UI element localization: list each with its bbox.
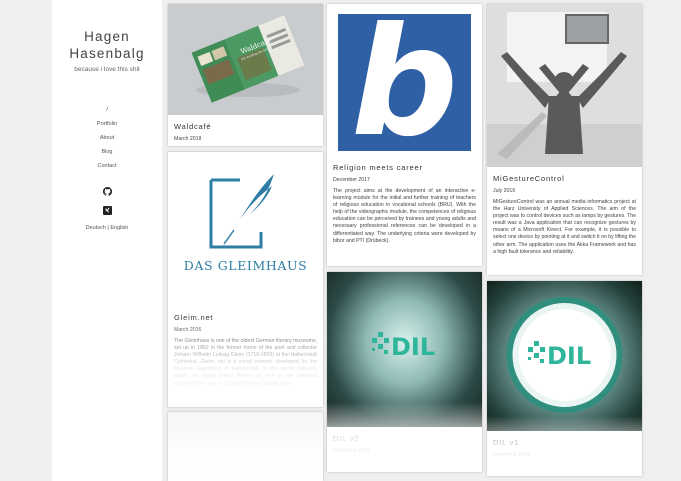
fade-overlay: [168, 412, 323, 481]
card-image: DAS GLEIMHAUS: [168, 152, 323, 306]
portfolio-card-waldcafe[interactable]: Waldcafé Ein Ausflug ins Grüne Waldcafé …: [168, 4, 323, 146]
gleimhaus-logo: DAS GLEIMHAUS: [184, 174, 308, 273]
language-switch: Deutsch | English: [52, 225, 162, 231]
xing-icon[interactable]: [102, 206, 112, 215]
card-image: b: [327, 4, 482, 170]
portfolio-card-gleim-net[interactable]: DAS GLEIMHAUS Gleim.net March 2016 The G…: [168, 152, 323, 407]
dil-logo: DIL: [372, 332, 435, 361]
portfolio-card-migesturecontrol[interactable]: MiGestureControl July 2016 MiGestureCont…: [487, 4, 642, 275]
brochure-image: Waldcafé Ein Ausflug ins Grüne: [191, 15, 305, 103]
dil-logo-text: DIL: [391, 333, 435, 361]
card-date: March 2018: [174, 136, 202, 142]
card-image: DIL: [327, 272, 482, 427]
portfolio-card-dil-v1[interactable]: DIL DIL v1 November 2014: [487, 281, 642, 476]
card-description: MiGestureControl was an annual media inf…: [493, 199, 636, 255]
b-logo: b: [338, 4, 471, 170]
nav-about[interactable]: About: [52, 131, 162, 145]
site-title[interactable]: Hagen Hasenbalg: [52, 28, 162, 62]
nav-home[interactable]: /: [52, 103, 162, 117]
card-date: November 2014: [493, 452, 530, 458]
social-links: [52, 187, 162, 215]
card-description: The Gleimhaus is one of the oldest Germa…: [174, 338, 317, 387]
lang-en[interactable]: English: [110, 225, 128, 231]
gesture-photo: [487, 4, 642, 167]
card-title: MiGestureControl: [493, 174, 565, 183]
card-image: Waldcafé Ein Ausflug ins Grüne: [168, 4, 323, 115]
nav-portfolio[interactable]: Portfolio: [52, 117, 162, 131]
main-nav: / Portfolio About Blog Contact: [52, 103, 162, 173]
site-tagline: because i love this shit: [74, 66, 140, 73]
gleimhaus-logo-text: DAS GLEIMHAUS: [184, 258, 308, 273]
sidebar: Hagen Hasenbalg because i love this shit…: [52, 0, 162, 481]
lang-de[interactable]: Deutsch: [86, 225, 106, 231]
github-icon[interactable]: [102, 187, 112, 196]
card-date: November 2015: [333, 448, 370, 454]
site-title-line1: Hagen: [84, 29, 130, 44]
portfolio-card-religion-meets-career[interactable]: b Religion meets career December 2017 Th…: [327, 4, 482, 266]
card-title: Waldcafé: [174, 122, 212, 131]
b-logo-letter: b: [351, 4, 458, 156]
card-image: DIL: [487, 281, 642, 431]
card-description: The project aims at the development of a…: [333, 188, 476, 244]
dil-logo-text: DIL: [547, 342, 591, 370]
card-date: July 2016: [493, 188, 516, 194]
lang-separator: |: [107, 225, 109, 231]
nav-blog[interactable]: Blog: [52, 145, 162, 159]
card-title: Gleim.net: [174, 313, 214, 322]
card-title: DIL v2: [333, 434, 360, 443]
site-title-line2: Hasenbalg: [69, 46, 145, 61]
portfolio-card-teaser[interactable]: [168, 412, 323, 481]
card-title: DIL v1: [493, 438, 520, 447]
nav-contact[interactable]: Contact: [52, 159, 162, 173]
portfolio-card-dil-v2[interactable]: DIL DIL v2 November 2015: [327, 272, 482, 472]
card-image: [487, 4, 642, 167]
card-date: December 2017: [333, 177, 370, 183]
card-title: Religion meets career: [333, 163, 423, 172]
dil-logo: DIL: [506, 297, 623, 413]
card-date: March 2016: [174, 327, 202, 333]
